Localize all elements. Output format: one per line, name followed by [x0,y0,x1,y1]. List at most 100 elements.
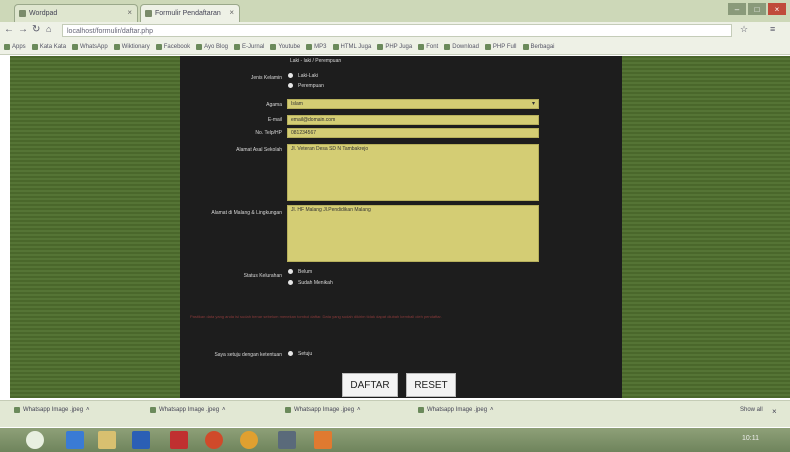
download-item[interactable]: Whatsapp Image .jpeg ˄ [150,407,226,413]
url-input[interactable]: localhost/formulir/daftar.php [62,24,732,37]
bookmark-item[interactable]: Facebook [155,44,191,50]
download-item[interactable]: Whatsapp Image .jpeg ˄ [14,407,90,413]
bookmark-icon [377,44,384,50]
browser-icon[interactable] [66,431,84,449]
phone-field[interactable]: 081234567 [287,128,539,138]
bookmark-item[interactable]: Ayo Blog [196,44,228,50]
close-icon[interactable]: × [229,8,234,17]
home-icon[interactable]: ⌂ [46,24,51,34]
download-label: Whatsapp Image .jpeg [294,407,355,413]
folder-icon[interactable] [98,431,116,449]
word-icon[interactable] [132,431,150,449]
file-icon [14,407,20,413]
bookmark-label: Ayo Blog [204,44,229,50]
file-icon [285,407,291,413]
gender-radio-male[interactable] [288,73,293,78]
start-icon[interactable] [26,431,44,449]
bookmark-item[interactable]: PHP Juga [377,44,412,50]
status-radio-belum[interactable] [288,269,293,274]
religion-select[interactable]: Islam ▾ [287,99,539,109]
show-all-link[interactable]: Show all [740,407,763,413]
bookmark-item[interactable]: Youtube [270,44,300,50]
bookmark-item[interactable]: Font [418,44,438,50]
app-icon[interactable] [278,431,296,449]
chevron-up-icon: ˄ [357,407,361,413]
gender-radio-female[interactable] [288,83,293,88]
bookmark-item[interactable]: Apps [4,44,26,50]
tab-label: Wordpad [29,10,58,17]
reload-icon[interactable]: ↻ [32,24,40,35]
download-item[interactable]: Whatsapp Image .jpeg ˄ [418,407,494,413]
agree-radio[interactable] [288,351,293,356]
bookmark-item[interactable]: WhatsApp [72,44,108,50]
tab-label: Formulir Pendaftaran [155,10,221,17]
clock[interactable]: 10:11 [742,435,759,442]
chevron-up-icon: ˄ [86,407,90,413]
status-option-label: Belum [298,269,313,275]
bookmark-item[interactable]: Kata Kata [31,44,67,50]
address-textarea[interactable]: Jl. Veteran Desa SD N Tambakrejo [287,144,539,201]
bookmark-label: Font [426,44,439,50]
bookmark-item[interactable]: E-Jurnal [234,44,264,50]
bookmark-icon [4,44,10,50]
bookmark-label: Facebook [163,44,191,50]
maximize-button[interactable]: □ [748,3,766,15]
forward-arrow-icon[interactable]: → [18,24,28,35]
bookmark-icon [306,44,313,50]
browser-tab[interactable]: Wordpad × [14,4,138,22]
daftar-button[interactable]: DAFTAR [342,373,398,397]
downloads-bar [0,400,790,427]
back-arrow-icon[interactable]: ← [4,24,14,35]
chrome-icon[interactable] [205,431,223,449]
bookmark-item[interactable]: HTML Juga [332,44,371,50]
bookmark-icon [196,44,203,50]
download-item[interactable]: Whatsapp Image .jpeg ˄ [285,407,361,413]
download-label: Whatsapp Image .jpeg [23,407,84,413]
file-icon [150,407,156,413]
status-radio-sudah[interactable] [288,280,293,285]
bookmark-icon [418,44,425,50]
close-icon[interactable]: × [127,8,132,17]
email-field[interactable]: email@domain.com [287,115,539,125]
minimize-button[interactable]: – [728,3,746,15]
bookmark-icon [332,44,339,50]
close-icon[interactable]: × [772,407,777,416]
app-icon[interactable] [170,431,188,449]
religion-label: Agama [266,102,282,108]
bookmark-label: Youtube [278,44,301,50]
bookmark-item[interactable]: MP3 [306,44,327,50]
reset-button[interactable]: RESET [406,373,456,397]
bookmark-label: E-Jurnal [242,44,265,50]
chevron-up-icon: ˄ [490,407,494,413]
bookmark-icon [72,44,79,50]
parent-address-textarea[interactable]: Jl. HF Malang Jl.Pendidikan Malang [287,205,539,262]
taskbar [0,428,790,452]
browser-tab-active[interactable]: Formulir Pendaftaran × [140,4,240,22]
bookmark-item[interactable]: Wiktionary [113,44,150,50]
address-label: Alamat Asal Sekolah [236,147,282,153]
bookmark-item[interactable]: Download [444,44,479,50]
bookmark-label: PHP Juga [385,44,413,50]
gender-option-label: Perempuan [298,83,324,89]
bookmark-icon [31,44,38,50]
file-icon [418,407,424,413]
star-icon[interactable]: ☆ [740,24,748,35]
bookmark-label: MP3 [314,44,327,50]
page-icon [19,10,26,17]
bookmark-item[interactable]: Berbagai [522,44,555,50]
bookmark-label: Berbagai [530,44,555,50]
download-label: Whatsapp Image .jpeg [427,407,488,413]
status-option-label: Sudah Menikah [298,280,333,286]
phone-label: No. Telp/HP [255,130,282,136]
bookmark-label: Kata Kata [39,44,67,50]
agree-label: Saya setuju dengan ketentuan [214,352,282,358]
app-icon[interactable] [314,431,332,449]
bookmarks-bar: Apps Kata Kata WhatsApp Wiktionary Faceb… [0,40,790,55]
religion-value: Islam [291,101,303,107]
gender-option-label: Laki-Laki [298,73,319,79]
bookmark-item[interactable]: PHP Full [484,44,517,50]
menu-icon[interactable]: ≡ [770,24,775,34]
bookmark-label: Download [452,44,479,50]
close-window-button[interactable]: × [768,3,786,15]
chrome-icon[interactable] [240,431,258,449]
